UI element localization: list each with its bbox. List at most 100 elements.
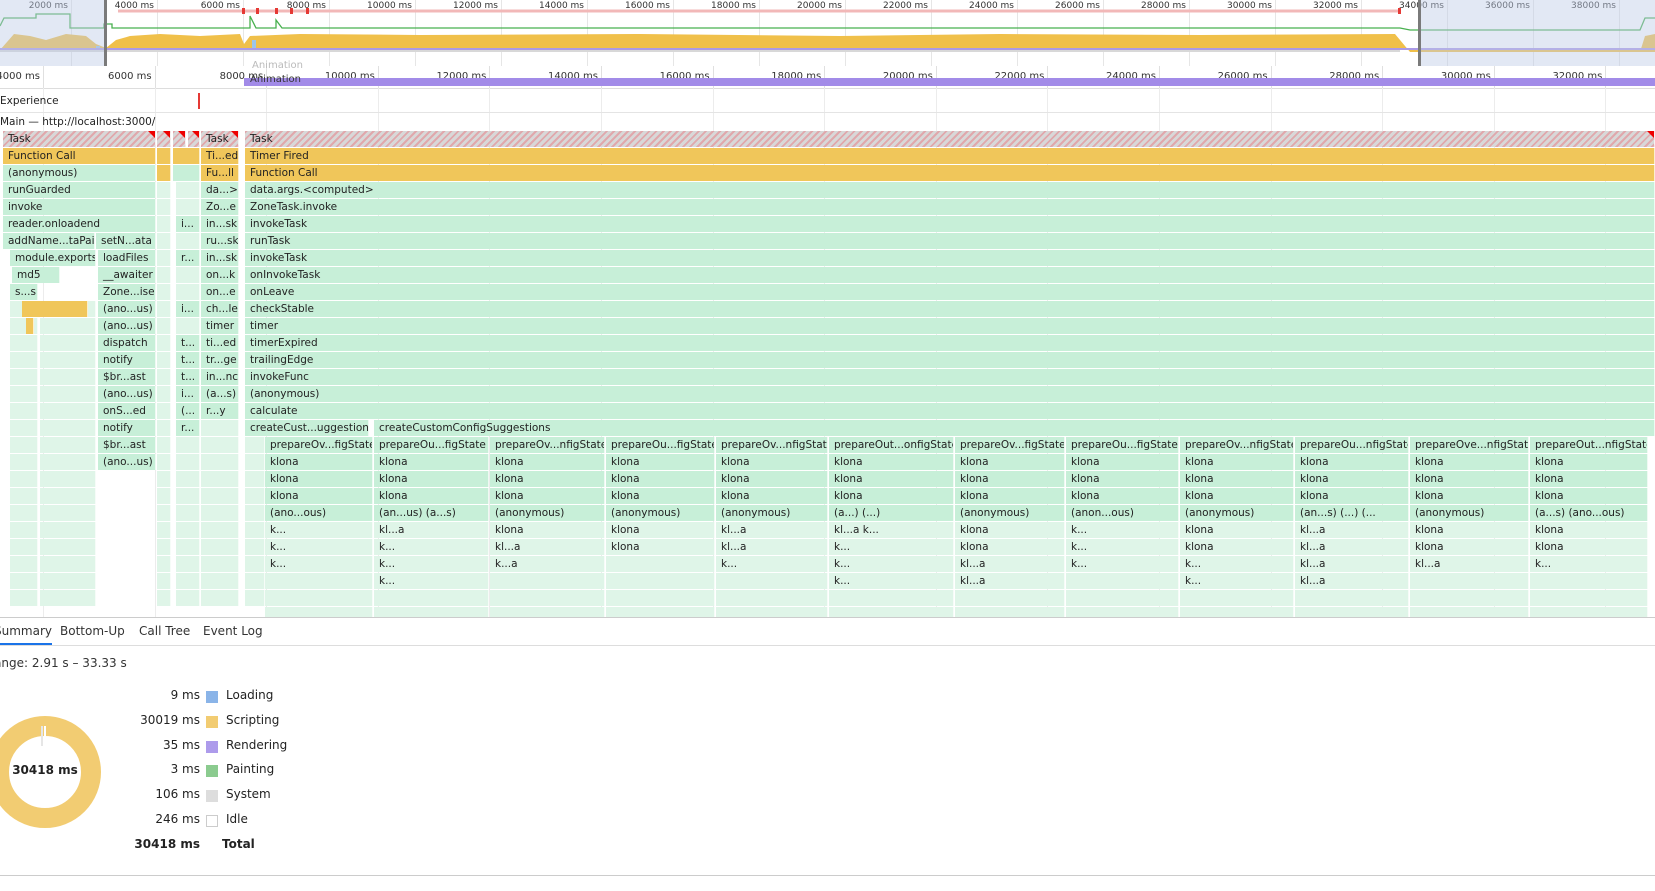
flame-event-small[interactable] — [157, 403, 171, 419]
flame-event[interactable]: dispatch — [98, 335, 156, 351]
flame-event-small[interactable] — [10, 437, 38, 453]
flame-event-small[interactable] — [40, 471, 96, 487]
flame-event[interactable] — [606, 573, 715, 589]
flame-event[interactable] — [1530, 573, 1648, 589]
flame-event[interactable]: klona — [1180, 522, 1294, 538]
flame-event[interactable]: klona — [1066, 471, 1179, 487]
flame-event-small[interactable] — [10, 573, 38, 589]
flame-event-small[interactable] — [10, 454, 38, 470]
flame-event[interactable]: prepareOv...nfigState — [1180, 437, 1294, 453]
flame-event-small[interactable] — [245, 590, 265, 606]
flame-event-small[interactable] — [176, 522, 200, 538]
flame-event-small[interactable] — [157, 216, 171, 232]
flame-event-small[interactable] — [10, 369, 38, 385]
flame-event[interactable]: on...e — [201, 284, 239, 300]
flame-event[interactable]: in...sk — [201, 216, 239, 232]
flame-event-small[interactable] — [157, 505, 171, 521]
flame-event[interactable]: k... — [829, 539, 954, 555]
flame-event-small[interactable] — [176, 454, 200, 470]
flame-event[interactable]: kl...a — [1295, 539, 1409, 555]
flame-event-small[interactable] — [245, 539, 265, 555]
layout-shift-marker[interactable] — [198, 93, 200, 109]
flame-event[interactable]: (anonymous) — [606, 505, 715, 521]
flame-event[interactable]: k... — [1180, 556, 1294, 572]
flame-event-small[interactable] — [40, 454, 96, 470]
flame-event-small[interactable] — [245, 437, 265, 453]
flame-event[interactable]: i... — [176, 301, 200, 317]
flame-event[interactable]: kl...a — [374, 522, 489, 538]
flame-event-small[interactable] — [157, 233, 171, 249]
flame-event[interactable]: (anonymous) — [955, 505, 1065, 521]
flame-event[interactable]: klona — [265, 488, 373, 504]
flame-event-small[interactable] — [1410, 590, 1529, 606]
flame-event-small[interactable] — [201, 556, 239, 572]
flame-event[interactable]: $br...ast — [98, 437, 156, 453]
flame-event[interactable]: prepareOve...nfigState — [1410, 437, 1529, 453]
flame-event-small[interactable] — [955, 590, 1065, 606]
flame-event-small[interactable] — [1530, 607, 1648, 617]
flame-event[interactable]: __awaiter — [98, 267, 156, 283]
main-thread-label[interactable]: Main — http://localhost:3000/ — [0, 116, 155, 128]
flame-event[interactable]: invokeFunc — [245, 369, 1655, 385]
flame-event[interactable]: md5 — [12, 267, 60, 283]
flame-event-small[interactable] — [176, 437, 200, 453]
flame-event[interactable]: klona — [955, 488, 1065, 504]
flame-event[interactable]: klona — [1530, 539, 1648, 555]
flame-event[interactable]: k...a — [490, 556, 605, 572]
flame-event[interactable]: createCust...uggestions — [245, 420, 369, 436]
flame-event[interactable]: t... — [176, 335, 200, 351]
flame-event-small[interactable] — [40, 403, 96, 419]
flame-event[interactable]: loadFiles — [98, 250, 156, 266]
flame-event-small[interactable] — [201, 505, 239, 521]
flame-event[interactable]: notify — [98, 352, 156, 368]
flame-event-small[interactable] — [40, 420, 96, 436]
flame-task[interactable] — [173, 131, 186, 147]
flame-event[interactable]: prepareOut...nfigState — [1530, 437, 1648, 453]
flame-event-small[interactable] — [201, 590, 239, 606]
flame-event-small[interactable] — [490, 607, 605, 617]
flame-event[interactable]: klona — [490, 522, 605, 538]
flame-event-small[interactable] — [10, 335, 38, 351]
flame-event[interactable]: klona — [374, 488, 489, 504]
flame-event[interactable]: (anonymous) — [245, 386, 1655, 402]
flame-event[interactable]: Task — [201, 131, 239, 147]
flame-event-small[interactable] — [374, 590, 489, 606]
flame-event[interactable]: (ano...us) — [98, 454, 156, 470]
flame-event[interactable]: Fu...ll — [201, 165, 239, 181]
flame-event[interactable]: klona — [606, 539, 715, 555]
flame-event-small[interactable] — [157, 250, 171, 266]
flame-event-small[interactable] — [374, 607, 489, 617]
tab-bottom-up[interactable]: Bottom-Up — [60, 618, 125, 645]
flame-event[interactable]: klona — [606, 488, 715, 504]
flame-event[interactable] — [1066, 573, 1179, 589]
flame-event[interactable]: prepareOu...figState — [1066, 437, 1179, 453]
flame-event[interactable]: klona — [1295, 471, 1409, 487]
flame-event[interactable]: klona — [606, 471, 715, 487]
flame-event[interactable]: prepareOv...figState — [955, 437, 1065, 453]
flame-event[interactable]: klona — [716, 488, 828, 504]
flame-event[interactable]: klona — [606, 522, 715, 538]
flame-event[interactable]: (ano...us) — [98, 386, 156, 402]
flame-event-small[interactable] — [265, 607, 373, 617]
flame-event[interactable]: (... — [176, 403, 200, 419]
flame-event-small[interactable] — [157, 556, 171, 572]
flame-event-small[interactable] — [157, 301, 171, 317]
flame-event-small[interactable] — [829, 607, 954, 617]
flame-event-small[interactable] — [245, 454, 265, 470]
flame-event-small[interactable] — [10, 471, 38, 487]
flame-event-small[interactable] — [176, 471, 200, 487]
flame-event[interactable]: klona — [1295, 454, 1409, 470]
overview-selection-handle-right[interactable] — [1418, 0, 1421, 66]
flame-event[interactable]: (a...s) — [201, 386, 239, 402]
flame-event-small[interactable] — [201, 488, 239, 504]
flame-event[interactable] — [606, 556, 715, 572]
flame-task[interactable] — [188, 131, 200, 147]
flame-event[interactable]: klona — [374, 471, 489, 487]
flame-event-small[interactable] — [176, 556, 200, 572]
flame-event[interactable]: kl...a — [490, 539, 605, 555]
flame-event[interactable]: (a...s) (ano...ous) — [1530, 505, 1648, 521]
flame-event[interactable]: (an...us) (a...s) — [374, 505, 489, 521]
main-thread-flame-chart[interactable]: Task Function Call (anonymous) runGuarded in… — [0, 131, 1655, 617]
flame-event[interactable]: kl...a — [1410, 556, 1529, 572]
flame-event[interactable]: r... — [176, 420, 200, 436]
